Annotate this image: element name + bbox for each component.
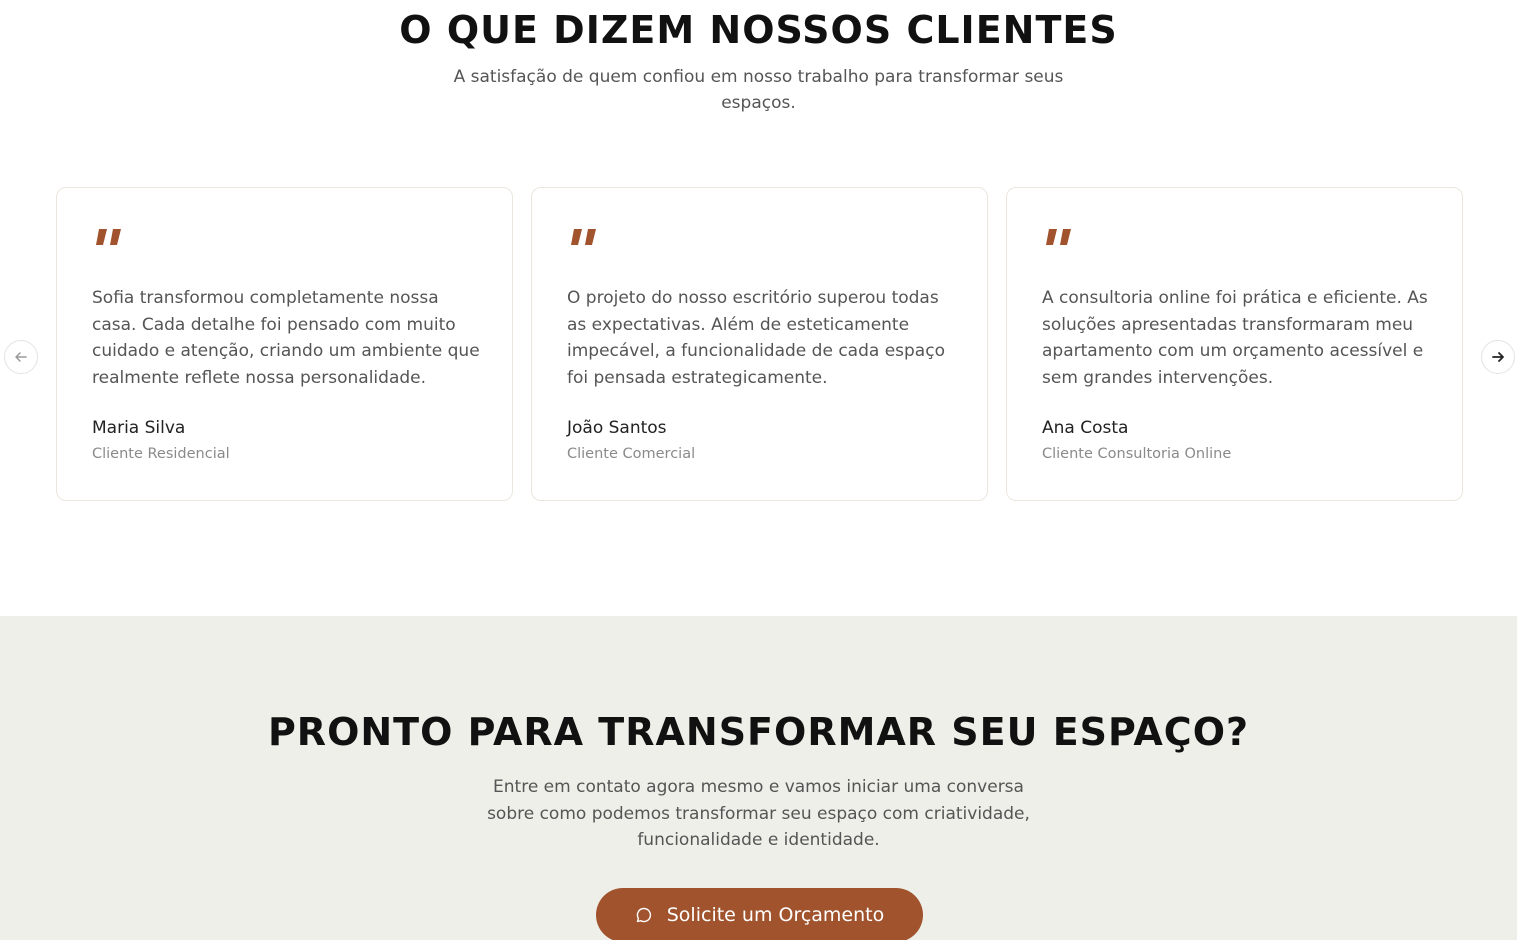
cta-title: PRONTO PARA TRANSFORMAR SEU ESPAÇO? [267, 710, 1250, 754]
page: O QUE DIZEM NOSSOS CLIENTES A satisfação… [0, 0, 1517, 940]
cta-section: PRONTO PARA TRANSFORMAR SEU ESPAÇO? Entr… [0, 616, 1517, 940]
arrow-right-icon [1492, 352, 1504, 362]
testimonial-text: A consultoria online foi prática e efici… [1042, 288, 1428, 388]
testimonial-card: A consultoria online foi prática e efici… [1006, 187, 1463, 501]
testimonial-author-role: Cliente Consultoria Online [1042, 446, 1232, 462]
testimonials-title: O QUE DIZEM NOSSOS CLIENTES [399, 8, 1118, 52]
testimonials-subtitle: A satisfação de quem confiou em nosso tr… [453, 67, 1064, 113]
testimonial-author-role: Cliente Residencial [92, 446, 230, 462]
testimonial-card: Sofia transformou completamente nossa ca… [56, 187, 513, 501]
carousel-prev-button[interactable] [4, 340, 38, 374]
cta-text: Entre em contato agora mesmo e vamos ini… [487, 777, 1030, 850]
quote-icon [96, 229, 121, 245]
testimonial-author-name: Maria Silva [92, 418, 186, 438]
testimonial-author-name: Ana Costa [1042, 418, 1129, 438]
quote-icon [1046, 229, 1071, 245]
testimonial-author-name: João Santos [567, 418, 667, 438]
request-quote-label: Solicite um Orçamento [666, 904, 885, 926]
testimonial-card: O projeto do nosso escritório superou to… [531, 187, 988, 501]
arrow-left-icon [15, 352, 27, 362]
request-quote-button[interactable]: Solicite um Orçamento [596, 888, 923, 940]
chat-bubble-icon [636, 907, 651, 923]
carousel-next-button[interactable] [1481, 340, 1515, 374]
testimonials-section: O QUE DIZEM NOSSOS CLIENTES A satisfação… [0, 0, 1517, 616]
testimonial-author-role: Cliente Comercial [567, 446, 696, 462]
testimonial-text: O projeto do nosso escritório superou to… [567, 288, 945, 388]
testimonial-text: Sofia transformou completamente nossa ca… [92, 288, 480, 388]
quote-icon [571, 229, 596, 245]
